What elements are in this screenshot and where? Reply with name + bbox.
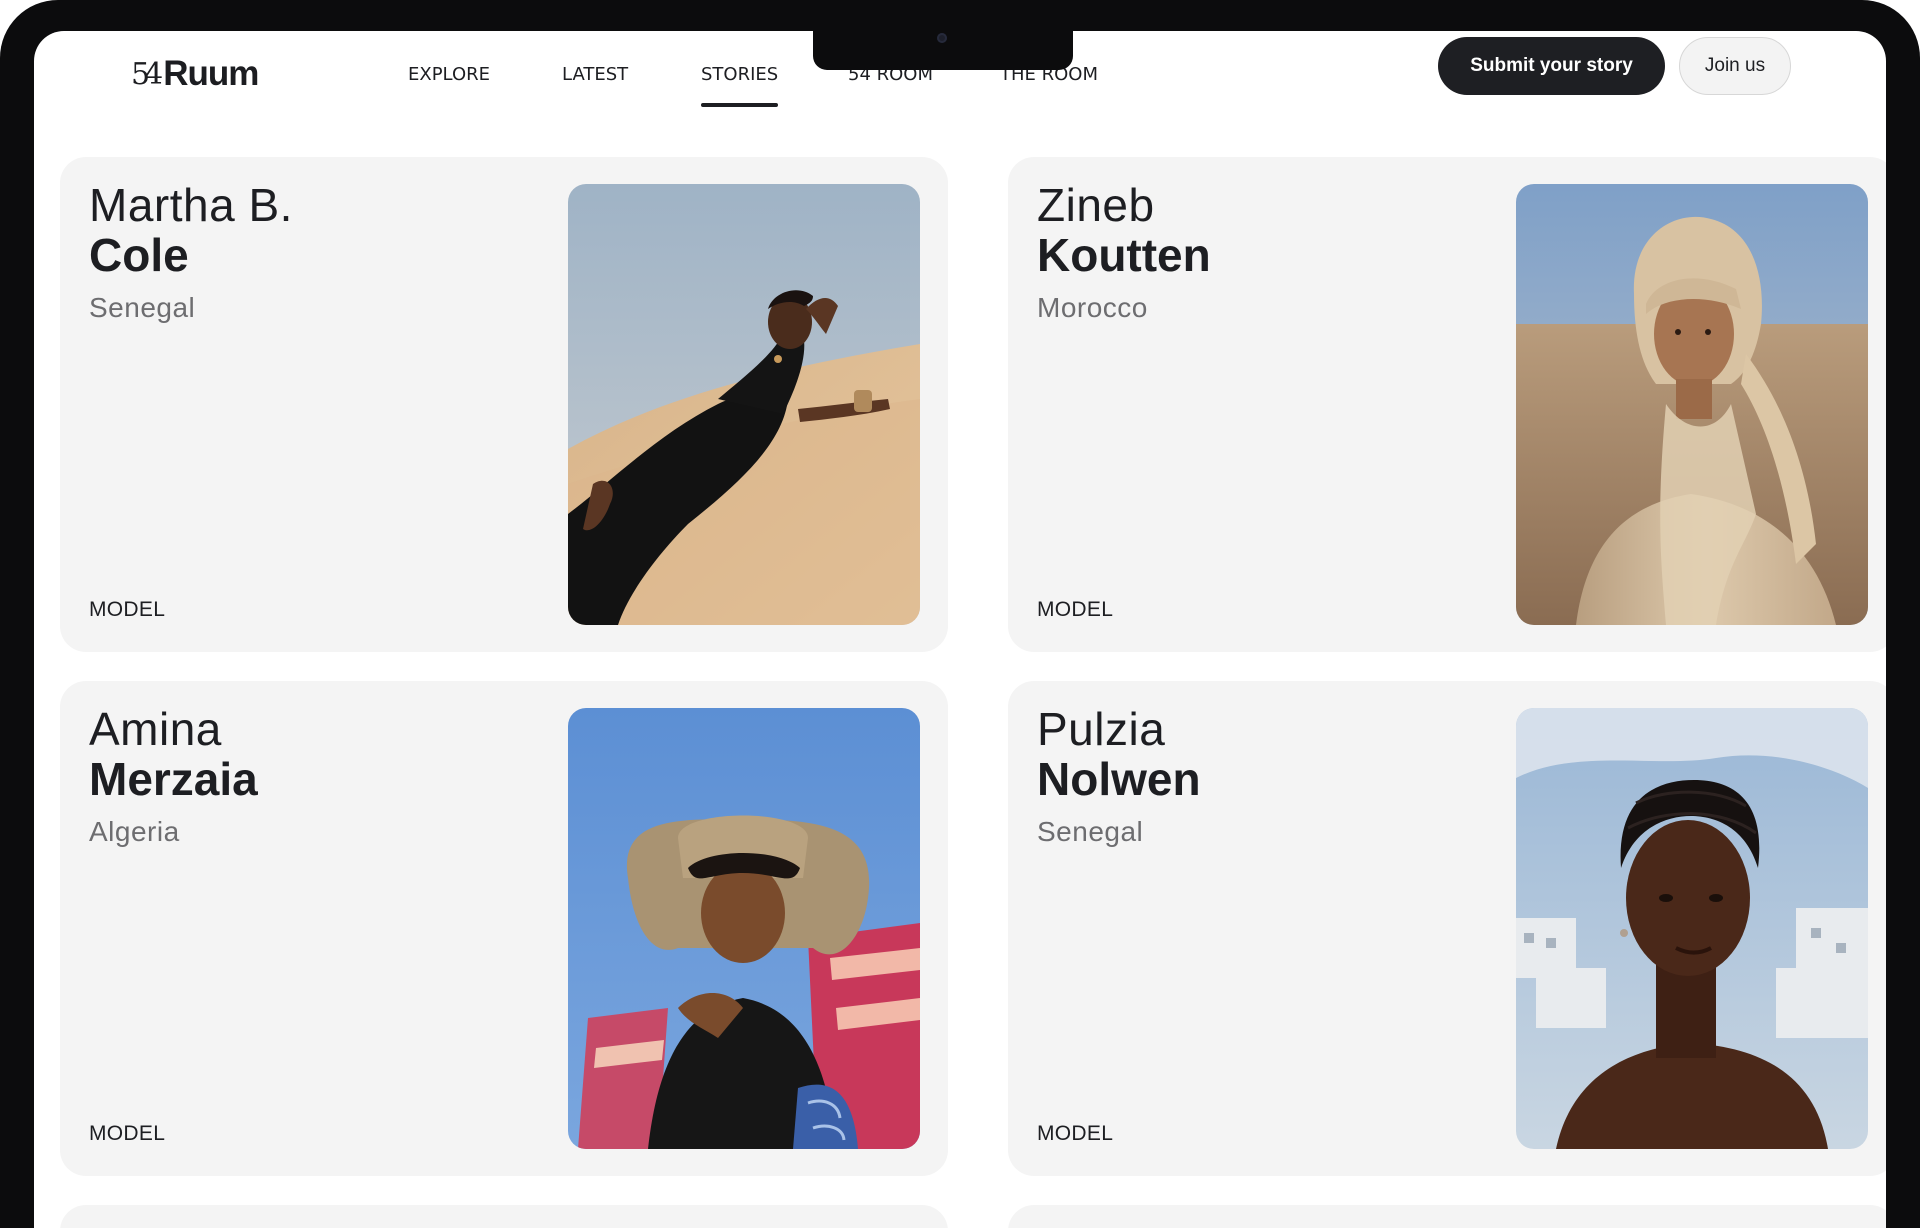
role-label: MODEL (89, 598, 166, 621)
role-label: MODEL (89, 1122, 166, 1145)
story-card-amina-merzaia[interactable]: Amina Merzaia Algeria MODEL (60, 681, 948, 1176)
first-name: Pulzia (1037, 703, 1166, 755)
role-label: MODEL (1037, 598, 1114, 621)
profile-photo[interactable] (1516, 708, 1868, 1149)
photo-woman-straw-hat (568, 708, 920, 1149)
photo-woman-dune (568, 184, 920, 625)
country: Algeria (89, 816, 180, 847)
browser-viewport: 54 Ruum EXPLORE LATEST STORIES 54 ROOM T… (34, 31, 1886, 1228)
role-label: MODEL (1037, 1122, 1114, 1145)
site-logo[interactable]: 54 Ruum (131, 49, 259, 99)
story-card-pulzia-nolwen[interactable]: Pulzia Nolwen Senegal MODEL (1008, 681, 1886, 1176)
nav-latest[interactable]: LATEST (562, 55, 628, 95)
profile-photo[interactable] (1516, 184, 1868, 625)
logo-wordmark: Ruum (163, 54, 259, 93)
logo-number: 54 (131, 56, 163, 92)
photo-woman-headscarf (1516, 184, 1868, 625)
nav-explore[interactable]: EXPLORE (408, 55, 490, 95)
submit-story-button[interactable]: Submit your story (1438, 37, 1665, 95)
first-name: Amina (89, 703, 222, 755)
first-name: Zineb (1037, 179, 1155, 231)
join-us-button[interactable]: Join us (1679, 37, 1791, 95)
last-name: Koutten (1037, 229, 1211, 281)
first-name: Martha B. (89, 179, 293, 231)
last-name: Cole (89, 229, 189, 281)
story-card-zineb-koutten[interactable]: Zineb Koutten Morocco MODEL (1008, 157, 1886, 652)
last-name: Merzaia (89, 753, 258, 805)
story-card-partial-left[interactable] (60, 1205, 948, 1228)
camera-notch (813, 31, 1073, 70)
profile-photo[interactable] (568, 708, 920, 1149)
country: Senegal (1037, 816, 1144, 847)
photo-woman-braids (1516, 708, 1868, 1149)
country: Senegal (89, 292, 196, 323)
webcam-icon (937, 33, 947, 43)
profile-photo[interactable] (568, 184, 920, 625)
story-card-martha-cole[interactable]: Martha B. Cole Senegal MODEL (60, 157, 948, 652)
nav-stories[interactable]: STORIES (701, 55, 779, 107)
last-name: Nolwen (1037, 753, 1201, 805)
story-card-partial-right[interactable] (1008, 1205, 1886, 1228)
country: Morocco (1037, 292, 1148, 323)
